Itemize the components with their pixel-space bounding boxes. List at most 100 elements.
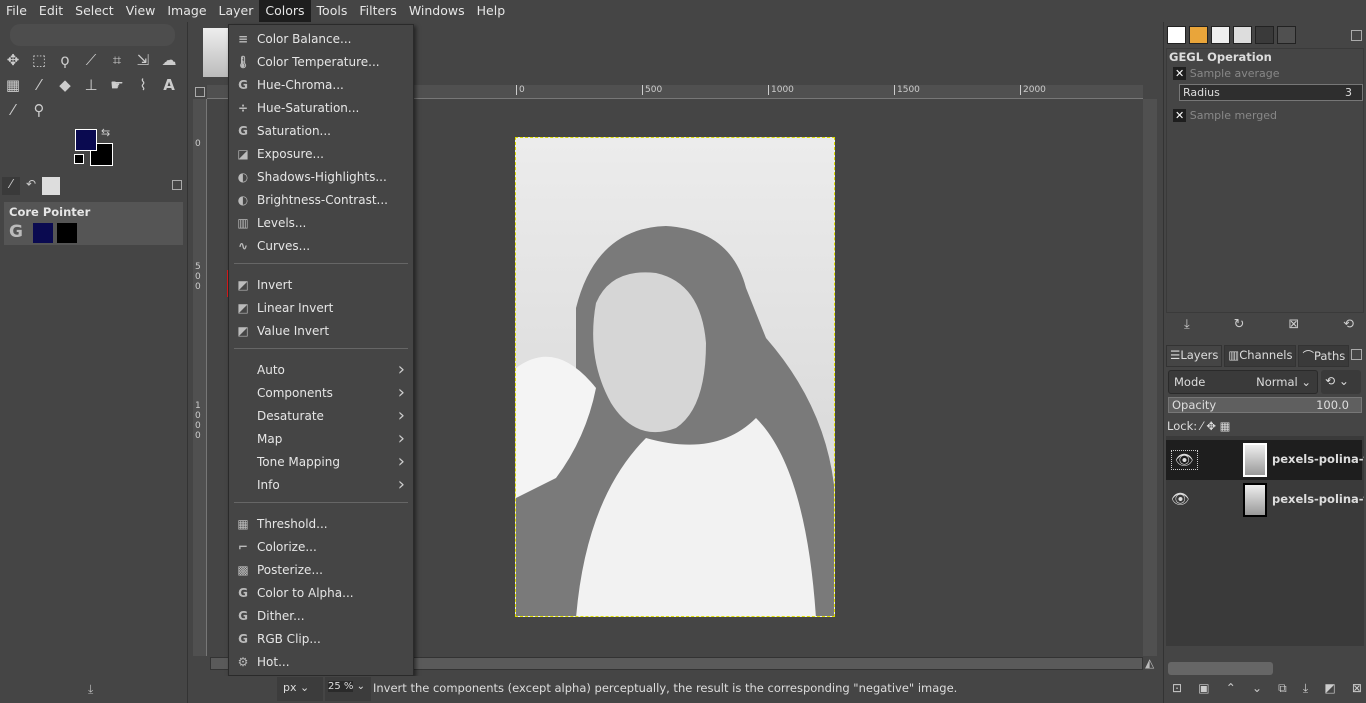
opacity-slider[interactable]: Opacity 100.0: [1168, 397, 1362, 413]
menu-item-hue-saturation[interactable]: ÷ Hue-Saturation...: [229, 96, 413, 119]
tab-channels[interactable]: ▥Channels: [1224, 345, 1297, 367]
lasso-icon[interactable]: ϙ: [54, 49, 76, 71]
menu-item-posterize[interactable]: ▩ Posterize...: [229, 558, 413, 581]
layer-name[interactable]: pexels-polina-ta: [1272, 492, 1364, 506]
menu-item-tone-mapping[interactable]: Tone Mapping ›: [229, 450, 413, 473]
text-icon[interactable]: A: [158, 74, 180, 96]
menu-layer[interactable]: Layer: [213, 0, 260, 22]
tab-paths[interactable]: ⌒Paths: [1298, 345, 1350, 367]
mode-select[interactable]: Mode Normal ⌄: [1168, 370, 1318, 394]
menu-item-colorize[interactable]: ⌐ Colorize...: [229, 535, 413, 558]
raise-layer-icon[interactable]: ⌃: [1226, 681, 1236, 696]
image-tab-thumbnail[interactable]: [203, 28, 229, 77]
menu-item-color-to-alpha[interactable]: G Color to Alpha...: [229, 581, 413, 604]
sample-merged-checkbox[interactable]: ✕ Sample merged: [1173, 109, 1277, 122]
menu-item-hue-chroma[interactable]: G Hue-Chroma...: [229, 73, 413, 96]
quick-mask-icon[interactable]: [195, 87, 205, 97]
move-icon[interactable]: ✥: [2, 49, 24, 71]
radius-spinner[interactable]: Radius 3: [1179, 84, 1363, 101]
duplicate-layer-icon[interactable]: ⧉: [1278, 681, 1287, 696]
navigate-icon[interactable]: ◭: [1145, 656, 1154, 670]
zoom-icon[interactable]: ⚲: [28, 99, 50, 121]
smudge-icon[interactable]: ☛: [106, 74, 128, 96]
lock-pixels-icon[interactable]: ⁄: [1201, 419, 1203, 433]
menu-filters[interactable]: Filters: [353, 0, 402, 22]
eye-icon[interactable]: 👁: [1171, 450, 1199, 470]
layer-name[interactable]: pexels-polina-ta: [1272, 452, 1364, 466]
menu-item-rgb-clip[interactable]: G RGB Clip...: [229, 627, 413, 650]
layer-row[interactable]: 👁 pexels-polina-ta: [1166, 440, 1364, 480]
menu-select[interactable]: Select: [69, 0, 120, 22]
menu-item-linear-invert[interactable]: ◩ Linear Invert: [229, 296, 413, 319]
menu-item-info[interactable]: Info ›: [229, 473, 413, 496]
unit-select[interactable]: px ⌄: [277, 677, 323, 701]
document-history-tab-icon[interactable]: [1255, 26, 1274, 44]
eye-icon[interactable]: 👁: [1171, 490, 1190, 508]
zoom-select[interactable]: 25 % ⌄: [325, 677, 371, 701]
images-tab-icon[interactable]: [42, 177, 60, 195]
color-picker-icon[interactable]: ⁄: [2, 99, 24, 121]
sample-average-checkbox[interactable]: ✕ Sample average: [1173, 67, 1280, 80]
menu-item-value-invert[interactable]: ◩ Value Invert: [229, 319, 413, 342]
pointer-fg-swatch[interactable]: [33, 223, 53, 243]
menu-image[interactable]: Image: [161, 0, 212, 22]
paths-icon[interactable]: ⌇: [132, 74, 154, 96]
restore-icon[interactable]: ↻: [1234, 317, 1245, 332]
menu-item-threshold[interactable]: ▦ Threshold...: [229, 512, 413, 535]
menu-item-exposure[interactable]: ◪ Exposure...: [229, 142, 413, 165]
patterns-tab-icon[interactable]: [1189, 26, 1208, 44]
default-colors-icon[interactable]: [74, 154, 84, 164]
menu-view[interactable]: View: [120, 0, 162, 22]
layers-scrollbar[interactable]: [1168, 662, 1273, 675]
merge-layer-icon[interactable]: ⤓: [1303, 681, 1308, 696]
delete-layer-icon[interactable]: ⊠: [1352, 681, 1362, 696]
vertical-scrollbar[interactable]: [1143, 99, 1157, 656]
undo-history-tab-icon[interactable]: ↶: [22, 177, 40, 195]
menu-item-brightness-contrast[interactable]: ◐ Brightness-Contrast...: [229, 188, 413, 211]
fonts-tab-icon[interactable]: [1211, 26, 1230, 44]
rect-select-icon[interactable]: ⬚: [28, 49, 50, 71]
transform-icon[interactable]: ⇲: [132, 49, 154, 71]
warp-icon[interactable]: ☁: [158, 49, 180, 71]
swap-colors-icon[interactable]: ⇆: [101, 126, 110, 139]
eraser-icon[interactable]: ◆: [54, 74, 76, 96]
foreground-color[interactable]: [75, 129, 97, 151]
panel-menu-icon[interactable]: [1351, 30, 1362, 41]
menu-edit[interactable]: Edit: [33, 0, 69, 22]
menu-item-hot[interactable]: ⚙ Hot...: [229, 650, 413, 673]
reset-icon[interactable]: ⟲: [1343, 317, 1354, 332]
menu-item-map[interactable]: Map ›: [229, 427, 413, 450]
menu-windows[interactable]: Windows: [403, 0, 471, 22]
panel-menu-icon[interactable]: [1351, 349, 1362, 360]
menu-item-shadows-highlights[interactable]: ◐ Shadows-Highlights...: [229, 165, 413, 188]
image-canvas[interactable]: [515, 137, 835, 617]
lower-layer-icon[interactable]: ⌄: [1252, 681, 1262, 696]
layer-row[interactable]: 👁 pexels-polina-ta: [1166, 480, 1364, 520]
menu-tools[interactable]: Tools: [311, 0, 354, 22]
mask-icon[interactable]: ◩: [1324, 681, 1335, 696]
fuzzy-select-icon[interactable]: ⟋: [80, 49, 102, 71]
menu-item-desaturate[interactable]: Desaturate ›: [229, 404, 413, 427]
new-group-icon[interactable]: ▣: [1198, 681, 1209, 696]
menu-item-dither[interactable]: G Dither...: [229, 604, 413, 627]
menu-item-components[interactable]: Components ›: [229, 381, 413, 404]
paintbrush-icon[interactable]: ⁄: [28, 74, 50, 96]
save-options-icon[interactable]: ⤓: [88, 682, 93, 697]
tool-options-tab-icon[interactable]: ⁄: [2, 177, 20, 195]
brushes-tab-icon[interactable]: [1167, 26, 1186, 44]
menu-item-saturation[interactable]: G Saturation...: [229, 119, 413, 142]
menu-item-levels[interactable]: ▥ Levels...: [229, 211, 413, 234]
menu-item-invert[interactable]: ◩ Invert: [229, 273, 413, 296]
images-tab-icon[interactable]: [1233, 26, 1252, 44]
clone-icon[interactable]: ⊥: [80, 74, 102, 96]
menu-item-curves[interactable]: ∿ Curves...: [229, 234, 413, 257]
gegl-tab-icon[interactable]: [1277, 26, 1296, 44]
pointer-bg-swatch[interactable]: [57, 223, 77, 243]
delete-icon[interactable]: ⊠: [1288, 317, 1299, 332]
menu-help[interactable]: Help: [471, 0, 512, 22]
menu-item-color-balance[interactable]: ≡ Color Balance...: [229, 27, 413, 50]
menu-item-auto[interactable]: Auto ›: [229, 358, 413, 381]
menu-colors[interactable]: Colors: [259, 0, 311, 22]
save-preset-icon[interactable]: ⤓: [1184, 317, 1190, 332]
new-layer-icon[interactable]: ⊡: [1172, 681, 1182, 696]
